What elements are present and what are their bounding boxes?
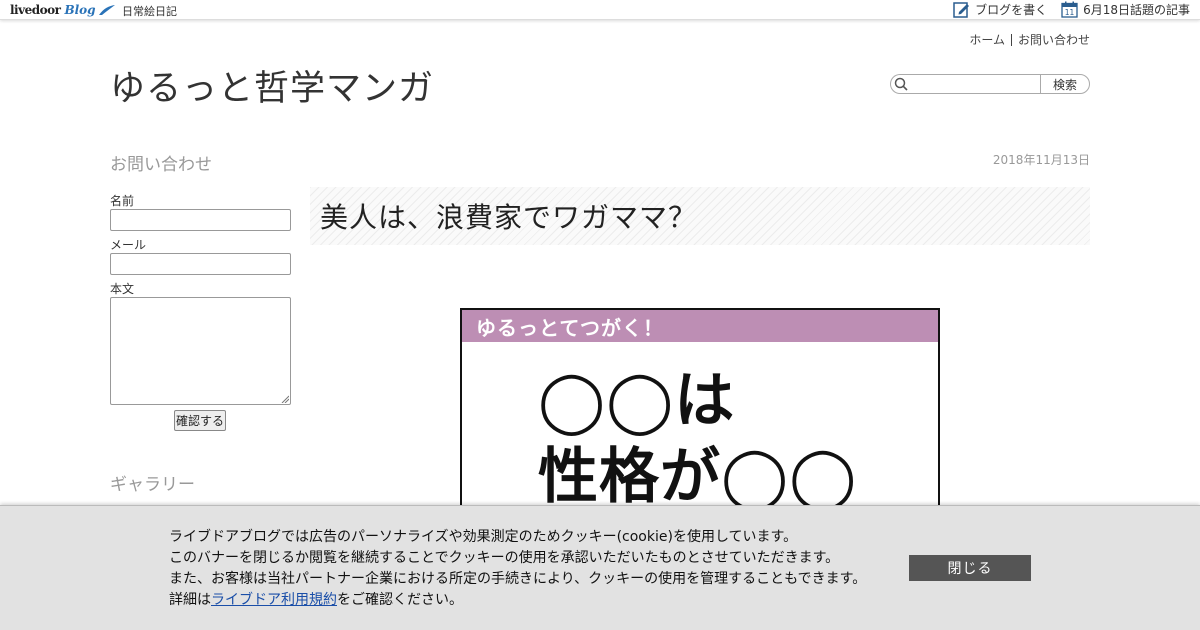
topic-articles-link[interactable]: 11 6月18日話題の記事 (1061, 1, 1190, 18)
search-input[interactable] (890, 74, 1040, 94)
site-title[interactable]: ゆるっと哲学マンガ (110, 60, 434, 111)
name-field[interactable] (110, 209, 291, 231)
terms-link[interactable]: ライブドア利用規約 (211, 592, 337, 608)
header-nav: ホーム お問い合わせ (969, 31, 1090, 48)
pencil-note-icon (953, 2, 970, 18)
manga-line-1: ◯◯は (538, 366, 736, 436)
mail-label: メール (110, 238, 147, 252)
contact-heading: お問い合わせ (110, 155, 212, 175)
cookie-close-button[interactable]: 閉じる (909, 555, 1031, 581)
logo-livedoor-text: livedoor (10, 3, 61, 17)
calendar-day: 11 (1065, 8, 1075, 17)
calendar-icon: 11 (1061, 1, 1078, 18)
nav-home-link[interactable]: ホーム (969, 31, 1005, 48)
cookie-detail-suffix: をご確認ください。 (337, 592, 463, 608)
gallery-heading: ギャラリー (110, 475, 195, 495)
manga-header-band: ゆるっとてつがく！ (462, 310, 938, 342)
manga-image[interactable]: ゆるっとてつがく！ ◯◯は 性格が◯◯ (460, 308, 940, 518)
cookie-line: ライブドアブログでは広告のパーソナライズや効果測定のためクッキー(cookie)… (169, 529, 798, 545)
search-button[interactable]: 検索 (1040, 74, 1090, 94)
nav-divider (1010, 33, 1012, 46)
livedoor-topbar: livedoor Blog 日常絵日記 ブログを書く 11 6月18日話題の記事 (0, 0, 1200, 20)
magnifier-icon (894, 77, 908, 91)
email-field[interactable] (110, 253, 291, 275)
article-title[interactable]: 美人は、浪費家でワガママ？ (320, 196, 697, 236)
manga-band-text: ゆるっとてつがく！ (476, 315, 664, 340)
search-form: 検索 (890, 74, 1090, 94)
body-label: 本文 (110, 282, 135, 296)
blog-name-link[interactable]: 日常絵日記 (122, 3, 177, 19)
resize-handle-icon[interactable] (281, 395, 289, 403)
cookie-detail-prefix: 詳細は (169, 592, 211, 608)
cookie-banner: ライブドアブログでは広告のパーソナライズや効果測定のためクッキー(cookie)… (0, 505, 1200, 630)
cookie-message: ライブドアブログでは広告のパーソナライズや効果測定のためクッキー(cookie)… (169, 527, 866, 611)
bird-swoosh-icon (98, 5, 115, 15)
write-blog-link[interactable]: ブログを書く (953, 1, 1047, 18)
message-textarea[interactable] (110, 297, 291, 405)
cookie-detail-line: 詳細はライブドア利用規約をご確認ください。 (169, 590, 866, 611)
article-title-box: 美人は、浪費家でワガママ？ (310, 187, 1090, 245)
cookie-line: このバナーを閉じるか閲覧を継続することでクッキーの使用を承認いただいたものとさせ… (169, 550, 840, 566)
livedoor-blog-logo[interactable]: livedoor Blog (10, 2, 116, 18)
logo-blog-text: Blog (64, 3, 96, 17)
name-label: 名前 (110, 194, 135, 208)
manga-line-2: 性格が◯◯ (538, 442, 858, 512)
confirm-button[interactable]: 確認する (174, 410, 226, 431)
write-blog-label: ブログを書く (975, 3, 1048, 17)
nav-contact-link[interactable]: お問い合わせ (1018, 31, 1090, 48)
article-date: 2018年11月13日 (992, 153, 1090, 167)
topic-articles-label: 6月18日話題の記事 (1083, 3, 1190, 17)
cookie-line: また、お客様は当社パートナー企業における所定の手続きにより、クッキーの使用を管理… (169, 571, 867, 587)
